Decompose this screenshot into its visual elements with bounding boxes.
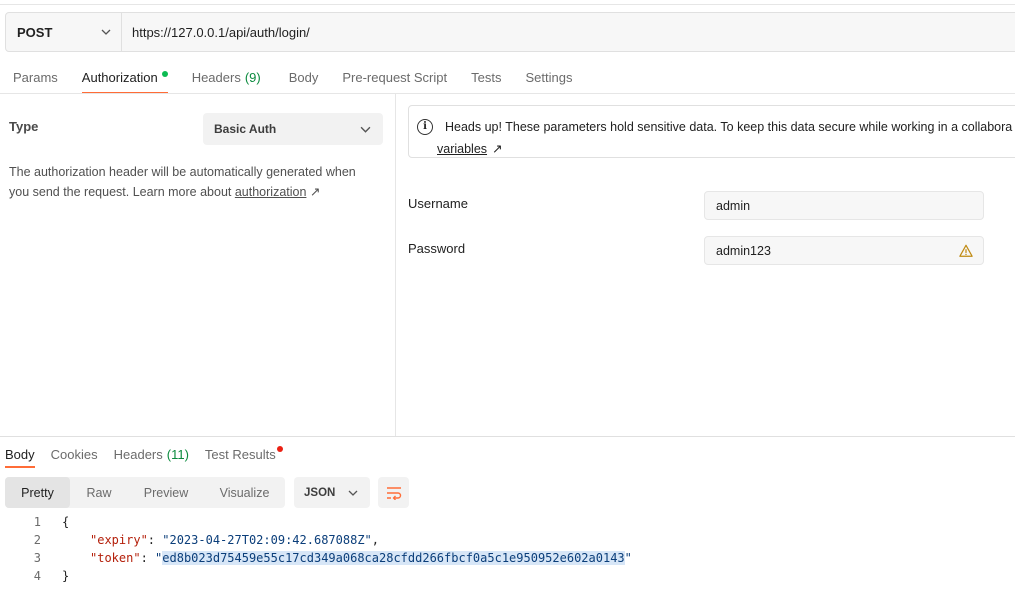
tab-label: Test Results	[204, 446, 276, 462]
username-field[interactable]: admin	[704, 191, 984, 220]
format-value: JSON	[304, 486, 336, 499]
divider	[0, 93, 1015, 94]
tab-pre-request-script[interactable]: Pre-request Script	[342, 60, 447, 94]
auth-type-select[interactable]: Basic Auth	[203, 113, 383, 145]
sensitive-data-notice: i Heads up! These parameters hold sensit…	[408, 105, 1015, 158]
response-tab-body[interactable]: Body	[5, 440, 35, 468]
chevron-down-icon	[360, 126, 371, 133]
code-line: 1{	[0, 513, 632, 531]
tab-label: Params	[13, 69, 58, 85]
auth-type-value: Basic Auth	[214, 122, 277, 136]
tab-tests[interactable]: Tests	[471, 60, 501, 94]
status-dot	[161, 71, 168, 77]
code-text: "expiry": "2023-04-27T02:09:42.687088Z",	[90, 533, 379, 547]
code-line: 2 "expiry": "2023-04-27T02:09:42.687088Z"…	[0, 531, 632, 549]
view-raw[interactable]: Raw	[70, 477, 128, 508]
line-number: 1	[33, 515, 41, 529]
url-input[interactable]: https://127.0.0.1/api/auth/login/	[122, 25, 310, 40]
tab-label: Pre-request Script	[342, 69, 448, 85]
info-icon: i	[417, 119, 433, 135]
tab-label: Tests	[471, 69, 502, 85]
line-number: 4	[33, 569, 41, 583]
tab-label: Authorization	[81, 69, 158, 85]
wrap-lines-icon	[386, 486, 401, 500]
code-text: {	[62, 515, 70, 529]
response-tab-headers[interactable]: Headers (11)	[114, 440, 189, 468]
external-link-icon: ↗	[492, 142, 503, 156]
tab-authorization[interactable]: Authorization	[81, 60, 168, 94]
username-value: admin	[716, 198, 751, 213]
tab-label: Body	[288, 69, 319, 85]
tab-label: Cookies	[50, 446, 98, 462]
chevron-down-icon	[101, 29, 111, 35]
wrap-lines-button[interactable]	[378, 477, 409, 508]
variables-link[interactable]: variables	[437, 139, 487, 157]
password-value: admin123	[716, 243, 771, 258]
tab-settings[interactable]: Settings	[525, 60, 572, 94]
tab-count: (11)	[166, 446, 189, 462]
tab-label: Settings	[525, 69, 573, 85]
tab-label: Headers	[113, 446, 163, 462]
code-line: 3 "token": "ed8b023d75459e55c17cd349a068c…	[0, 549, 632, 567]
json-key: "token"	[90, 551, 141, 565]
method-label: POST	[17, 24, 53, 40]
external-link-icon: ↗	[309, 185, 321, 199]
view-visualize[interactable]: Visualize	[204, 477, 285, 508]
view-mode-segmented: Pretty Raw Preview Visualize	[5, 477, 285, 508]
line-number: 2	[33, 533, 41, 547]
tab-params[interactable]: Params	[13, 60, 58, 94]
username-label: Username	[408, 196, 468, 211]
response-divider	[0, 436, 1015, 437]
tab-body[interactable]: Body	[289, 60, 319, 94]
view-preview[interactable]: Preview	[128, 477, 204, 508]
panel-divider	[395, 94, 396, 436]
json-key: "expiry"	[90, 533, 148, 547]
response-tab-cookies[interactable]: Cookies	[51, 440, 98, 468]
tab-label: Body	[5, 446, 35, 462]
request-tabs: Params Authorization Headers (9) Body Pre…	[0, 60, 572, 94]
alert-dot	[276, 446, 283, 452]
response-tabs: Body Cookies Headers (11) Test Results	[5, 440, 283, 468]
code-text: }	[62, 569, 70, 583]
response-tab-test-results[interactable]: Test Results	[205, 440, 283, 468]
notice-text: Heads up! These parameters hold sensitiv…	[445, 120, 1013, 134]
tab-count: (9)	[244, 69, 261, 85]
url-bar: POST https://127.0.0.1/api/auth/login/	[5, 12, 1015, 52]
json-string-selected: ed8b023d75459e55c17cd349a068ca28cfdd266f…	[162, 551, 625, 565]
json-string: "2023-04-27T02:09:42.687088Z"	[162, 533, 372, 547]
tab-headers[interactable]: Headers (9)	[192, 60, 261, 94]
line-number: 3	[33, 551, 41, 565]
method-select[interactable]: POST	[6, 13, 122, 51]
code-text: "token": "ed8b023d75459e55c17cd349a068ca…	[90, 551, 632, 565]
warning-icon[interactable]	[959, 244, 973, 258]
chevron-down-icon	[348, 490, 358, 496]
password-label: Password	[408, 241, 466, 256]
code-line: 4}	[0, 567, 632, 585]
format-select[interactable]: JSON	[294, 477, 370, 508]
tab-label: Headers	[191, 69, 241, 85]
response-body-code[interactable]: 1{ 2 "expiry": "2023-04-27T02:09:42.68708…	[0, 513, 632, 585]
view-pretty[interactable]: Pretty	[5, 477, 70, 508]
top-border	[0, 4, 1015, 5]
password-field[interactable]: admin123	[704, 236, 984, 265]
authorization-link[interactable]: authorization	[235, 185, 307, 199]
type-label: Type	[9, 119, 39, 134]
auth-description: The authorization header will be automat…	[9, 162, 379, 202]
